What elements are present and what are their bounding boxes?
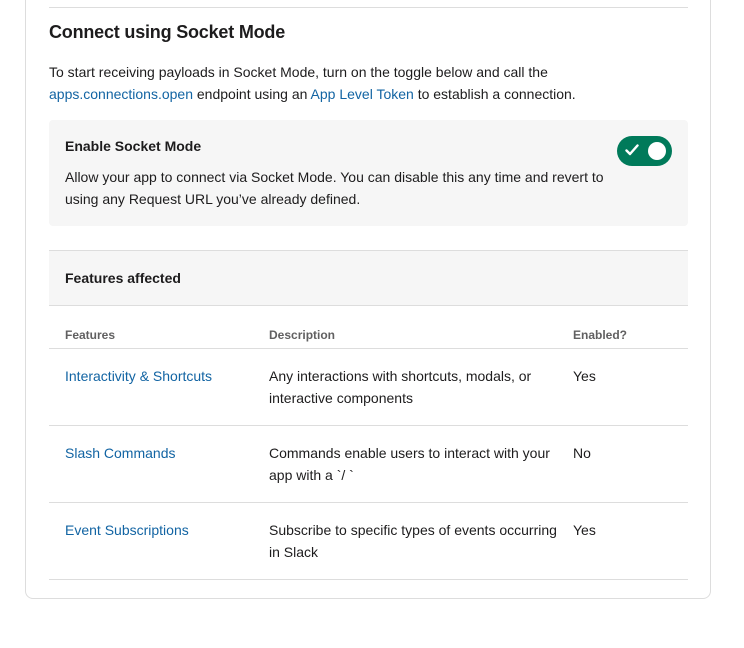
section-title: Connect using Socket Mode [49,22,286,42]
feature-enabled: Yes [573,522,596,538]
intro-text: To start receiving payloads in Socket Mo… [49,61,669,105]
socket-mode-toggle[interactable] [617,136,672,166]
intro-suffix: to establish a connection. [413,86,576,102]
table-row: Event Subscriptions Subscribe to specifi… [49,503,688,580]
check-icon [625,144,639,156]
feature-enabled: No [573,445,591,461]
column-header-features: Features [65,328,116,342]
toggle-knob [648,142,666,160]
feature-description: Subscribe to specific types of events oc… [269,522,557,560]
socket-mode-panel: Enable Socket Mode Allow your app to con… [49,120,688,226]
intro-mid: endpoint using an [193,86,311,102]
apps-connections-open-link[interactable]: apps.connections.open [49,86,193,102]
features-affected-header: Features affected [49,250,688,306]
divider [49,7,688,8]
feature-link-event-subscriptions[interactable]: Event Subscriptions [65,519,245,541]
intro-prefix: To start receiving payloads in Socket Mo… [49,64,548,80]
feature-link-interactivity[interactable]: Interactivity & Shortcuts [65,365,245,387]
features-table: Features Description Enabled? Interactiv… [49,306,688,580]
feature-description: Commands enable users to interact with y… [269,445,550,483]
socket-mode-description: Allow your app to connect via Socket Mod… [65,169,604,207]
column-header-enabled: Enabled? [573,328,628,342]
feature-link-slash-commands[interactable]: Slash Commands [65,442,245,464]
feature-enabled: Yes [573,368,596,384]
features-affected-title: Features affected [65,270,181,286]
feature-description: Any interactions with shortcuts, modals,… [269,368,532,406]
column-header-description: Description [269,328,336,342]
table-header: Features Description Enabled? [49,306,688,349]
table-row: Slash Commands Commands enable users to … [49,426,688,503]
table-row: Interactivity & Shortcuts Any interactio… [49,349,688,426]
socket-mode-label: Enable Socket Mode [65,138,202,154]
app-level-token-link[interactable]: App Level Token [311,86,414,102]
